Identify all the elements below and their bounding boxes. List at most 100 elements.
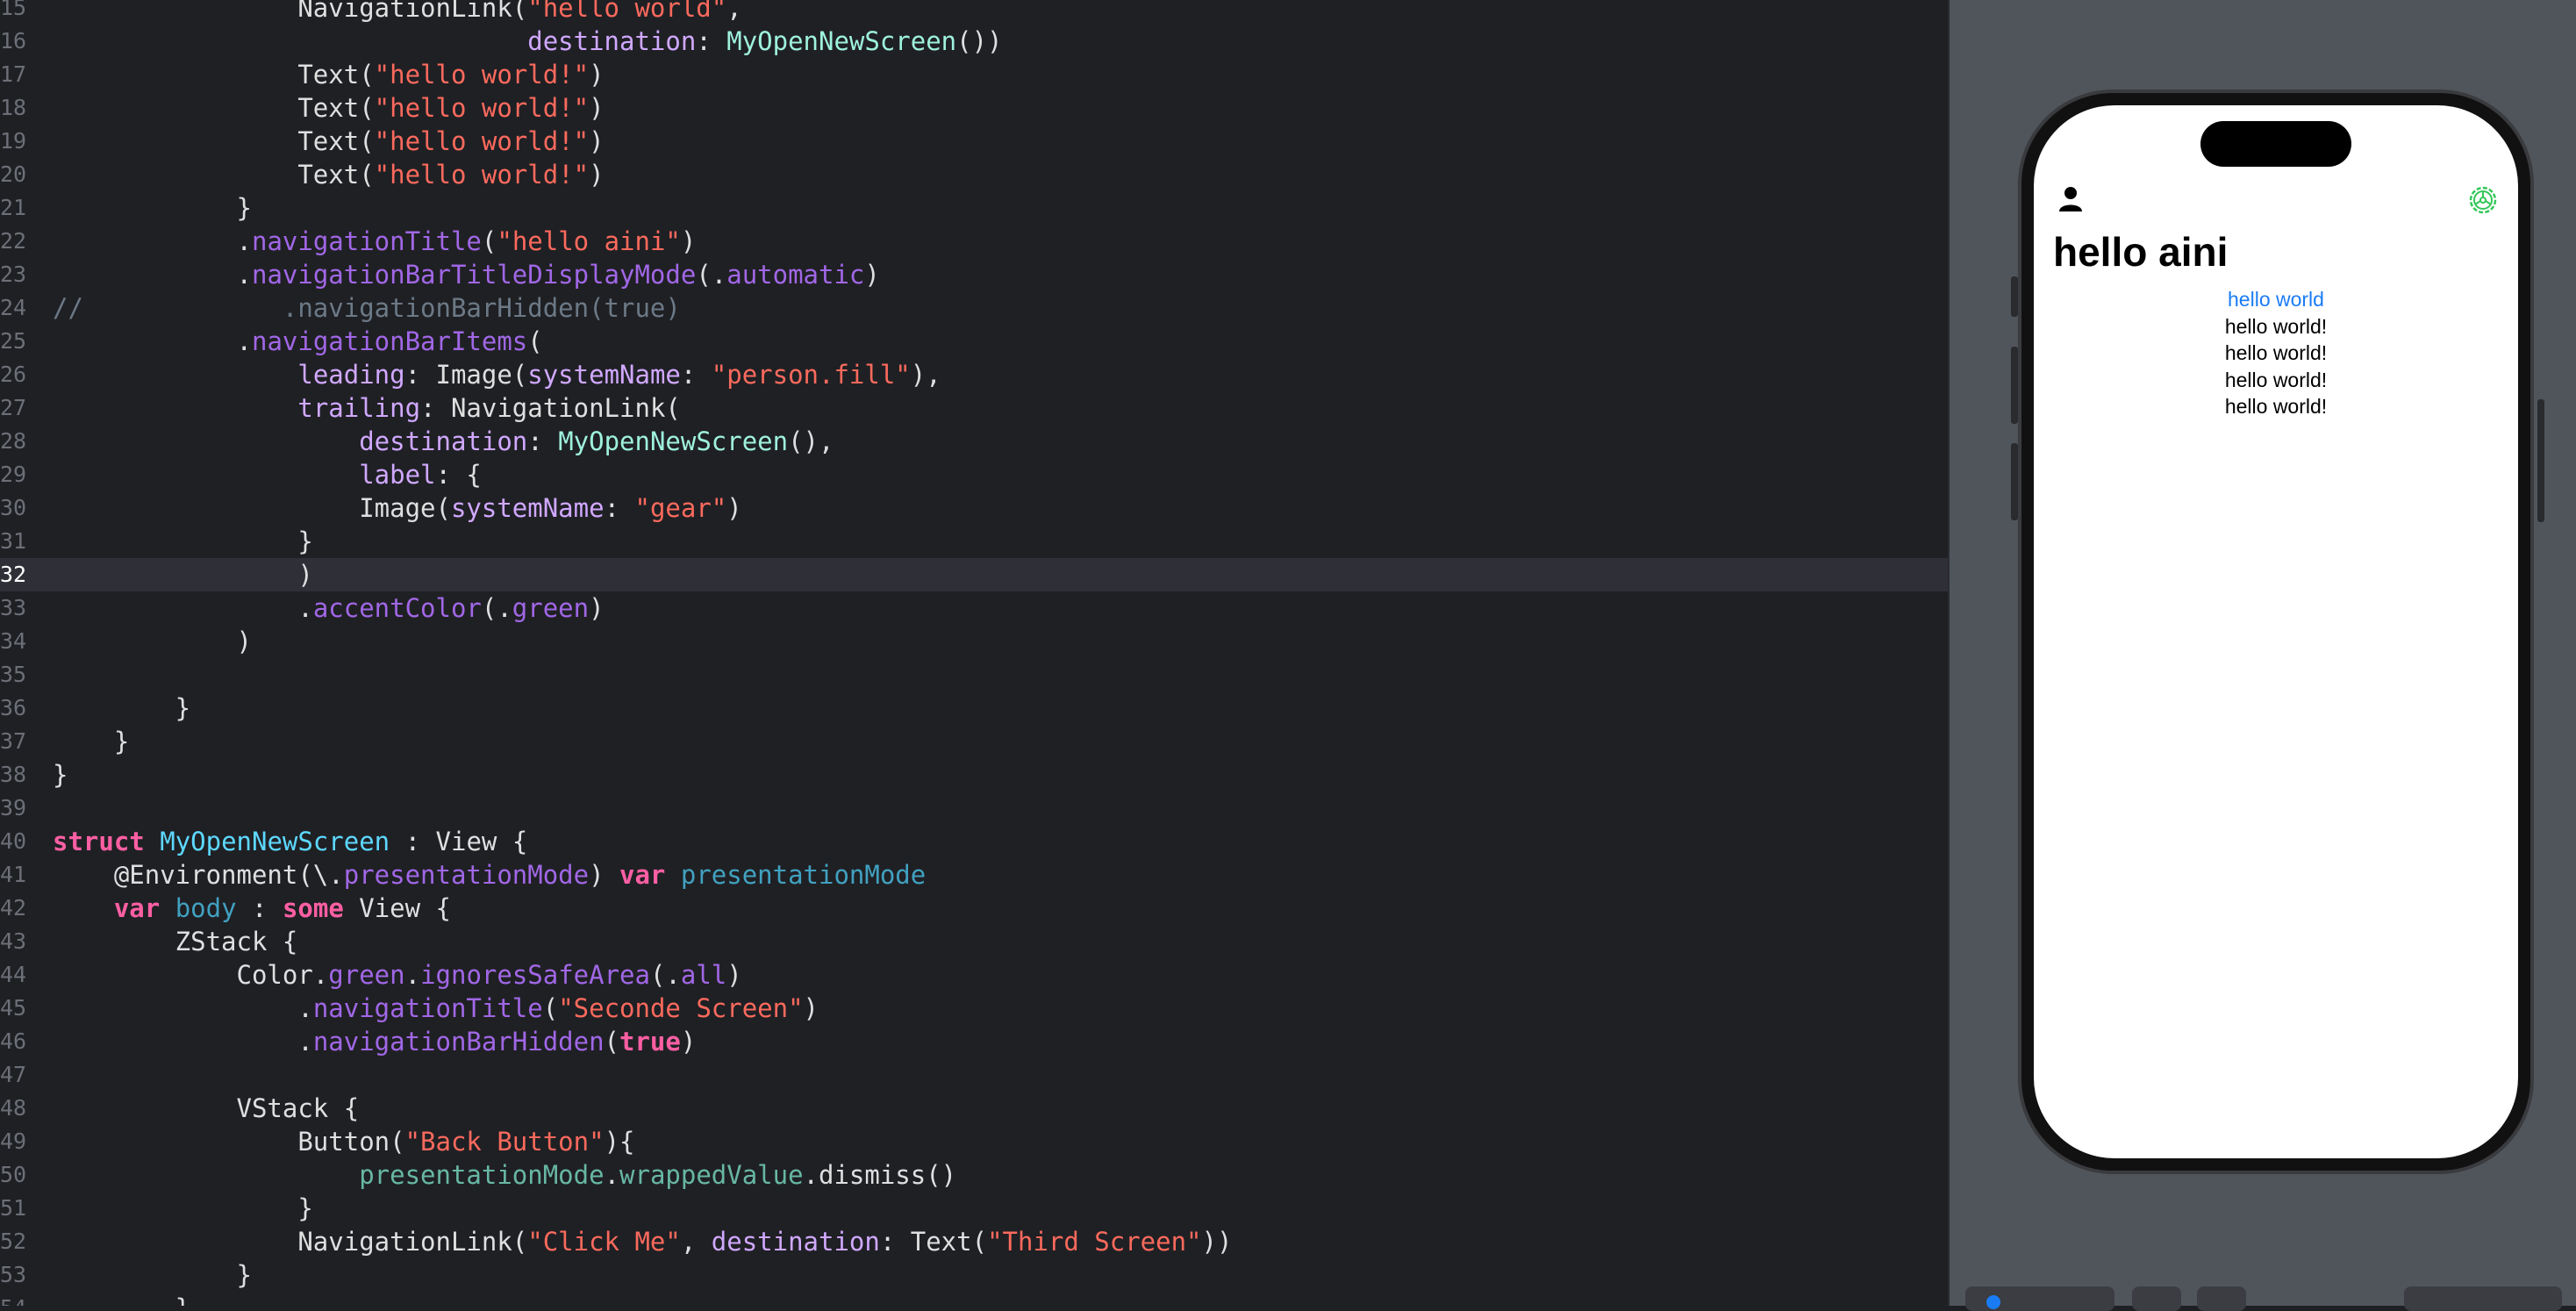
code-line[interactable]: 29 label: { (0, 458, 1948, 491)
code-line[interactable]: 53 } (0, 1258, 1948, 1292)
code-token: . (604, 1160, 620, 1190)
code-line[interactable]: 19 Text("hello world!") (0, 125, 1948, 158)
code-token: : (604, 493, 635, 523)
code-line[interactable]: 40 struct MyOpenNewScreen : View { (0, 825, 1948, 858)
code-token: Text( (53, 160, 375, 190)
code-line[interactable]: 47 (0, 1058, 1948, 1092)
gear-icon[interactable] (2465, 183, 2501, 218)
code-token: } (53, 1193, 313, 1223)
code-line[interactable]: 54 } (0, 1292, 1948, 1306)
line-number: 53 (0, 1262, 27, 1287)
code-token: ) (726, 493, 742, 523)
line-number: 51 (0, 1195, 27, 1221)
device-settings-button[interactable] (2197, 1286, 2246, 1311)
code-text: // .navigationBarHidden(true) (53, 291, 681, 325)
line-number: 32 (0, 562, 27, 587)
variants-button[interactable] (2132, 1286, 2181, 1311)
code-line[interactable]: 20 Text("hello world!") (0, 158, 1948, 191)
code-line[interactable]: 43 ZStack { (0, 925, 1948, 958)
code-line[interactable]: 45 .navigationTitle("Seconde Screen") (0, 992, 1948, 1025)
code-text: .navigationBarTitleDisplayMode(.automati… (53, 258, 880, 291)
code-line[interactable]: 36 } (0, 691, 1948, 725)
code-editor[interactable]: 15 NavigationLink("hello world", 16 desti… (0, 0, 1948, 1306)
code-text: struct MyOpenNewScreen : View { (53, 825, 527, 858)
code-line[interactable]: 38} (0, 758, 1948, 792)
code-token: presentationMode (680, 860, 927, 890)
code-line[interactable]: 48 VStack { (0, 1092, 1948, 1125)
code-line[interactable]: 27 trailing: NavigationLink( (0, 391, 1948, 425)
code-line[interactable]: 44 Color.green.ignoresSafeArea(.all) (0, 958, 1948, 992)
code-line[interactable]: 25 .navigationBarItems( (0, 325, 1948, 358)
live-preview-icon[interactable] (1986, 1295, 2000, 1309)
zoom-controls[interactable] (2404, 1286, 2562, 1311)
code-line[interactable]: 39 (0, 792, 1948, 825)
code-line[interactable]: 41 @Environment(\.presentationMode) var … (0, 858, 1948, 892)
code-line[interactable]: 21 } (0, 191, 1948, 225)
phone-screen[interactable]: hello aini hello world hello world! hello … (2034, 105, 2518, 1158)
code-line[interactable]: 31 } (0, 525, 1948, 558)
code-token: ) (53, 560, 313, 590)
navigation-link[interactable]: hello world (2034, 286, 2518, 313)
code-text: Color.green.ignoresSafeArea(.all) (53, 958, 742, 992)
code-line[interactable]: 32 ) (0, 558, 1948, 591)
code-line[interactable]: 49 Button("Back Button"){ (0, 1125, 1948, 1158)
code-token: : NavigationLink( (420, 393, 681, 423)
code-line[interactable]: 16 destination: MyOpenNewScreen()) (0, 25, 1948, 58)
line-number: 47 (0, 1062, 27, 1087)
code-token: navigationBarHidden (312, 1027, 605, 1057)
code-token: green (512, 593, 590, 623)
code-line[interactable]: 23 .navigationBarTitleDisplayMode(.autom… (0, 258, 1948, 291)
code-token: . (404, 960, 421, 990)
code-text: .navigationTitle("hello aini") (53, 225, 697, 258)
code-line[interactable]: 26 leading: Image(systemName: "person.fi… (0, 358, 1948, 391)
line-number: 21 (0, 195, 27, 220)
code-line[interactable]: 33 .accentColor(.green) (0, 591, 1948, 625)
code-token: true (619, 1027, 681, 1057)
line-number: 27 (0, 395, 27, 420)
code-token: Text( (53, 126, 375, 156)
code-token: : (527, 426, 559, 456)
code-token: ), (910, 360, 941, 390)
person-fill-icon[interactable] (2053, 183, 2088, 218)
code-token: ( (527, 326, 543, 356)
code-token: . (53, 226, 252, 256)
code-line[interactable]: 30 Image(systemName: "gear") (0, 491, 1948, 525)
code-token: ()) (956, 26, 1003, 56)
code-line[interactable]: 15 NavigationLink("hello world", (0, 0, 1948, 25)
code-line[interactable]: 35 (0, 658, 1948, 691)
code-token: } (53, 760, 68, 790)
code-line[interactable]: 52 NavigationLink("Click Me", destinatio… (0, 1225, 1948, 1258)
line-number: 37 (0, 728, 27, 754)
code-token: ) (589, 593, 605, 623)
code-token: ) (803, 993, 819, 1023)
code-token: : Image( (404, 360, 528, 390)
code-line[interactable]: 46 .navigationBarHidden(true) (0, 1025, 1948, 1058)
code-token: } (53, 193, 252, 223)
code-line[interactable]: 34 ) (0, 625, 1948, 658)
code-token: MyOpenNewScreen (726, 26, 957, 56)
code-token: ignoresSafeArea (420, 960, 650, 990)
code-line[interactable]: 50 presentationMode.wrappedValue.dismiss… (0, 1158, 1948, 1192)
code-token: leading (297, 360, 405, 390)
code-line[interactable]: 28 destination: MyOpenNewScreen(), (0, 425, 1948, 458)
code-token: ) (589, 93, 605, 123)
code-line[interactable]: 17 Text("hello world!") (0, 58, 1948, 91)
code-line[interactable]: 22 .navigationTitle("hello aini") (0, 225, 1948, 258)
line-number: 25 (0, 328, 27, 354)
list-item: hello world! (2224, 395, 2328, 418)
code-line[interactable]: 18 Text("hello world!") (0, 91, 1948, 125)
code-token: } (53, 1293, 190, 1306)
code-token: accentColor (312, 593, 482, 623)
code-text: .navigationTitle("Seconde Screen") (53, 992, 819, 1025)
code-line[interactable]: 51 } (0, 1192, 1948, 1225)
code-line[interactable]: 37 } (0, 725, 1948, 758)
code-token: . (53, 1027, 313, 1057)
action-button (2011, 276, 2018, 317)
code-line[interactable]: 24 // .navigationBarHidden(true) (0, 291, 1948, 325)
code-text: Image(systemName: "gear") (53, 491, 742, 525)
code-token: "hello aini" (497, 226, 681, 256)
navigation-title: hello aini (2053, 229, 2229, 275)
code-line[interactable]: 42 var body : some View { (0, 892, 1948, 925)
line-number: 28 (0, 428, 27, 454)
